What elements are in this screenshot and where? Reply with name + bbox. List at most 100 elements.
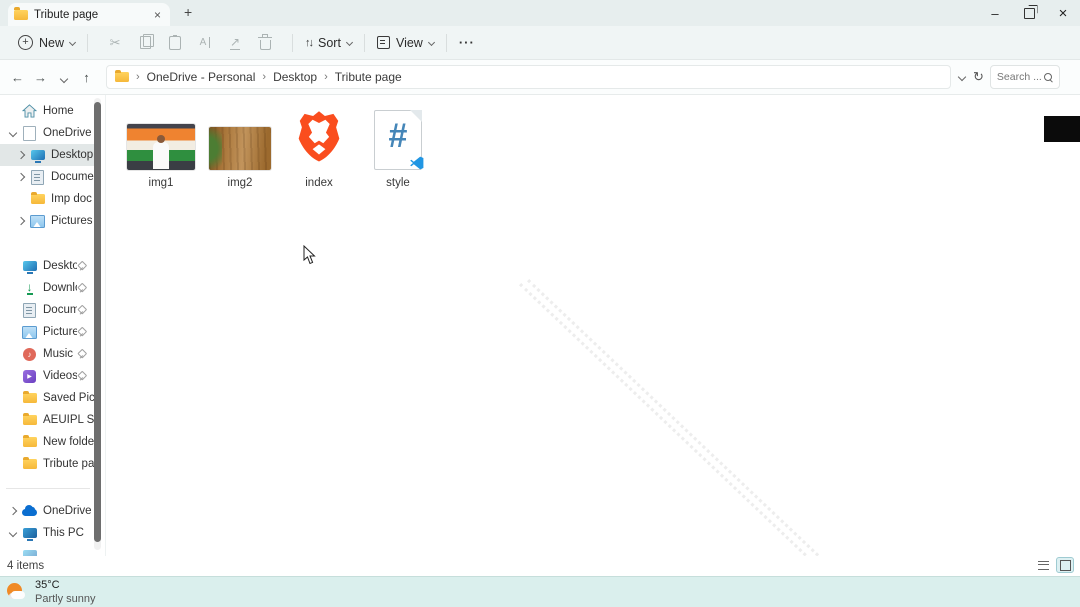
large-icons-icon [1059, 559, 1071, 571]
share-button[interactable]: ↗ [220, 36, 250, 50]
sort-label: Sort [318, 35, 341, 50]
chevron-expanded-icon[interactable] [8, 528, 18, 538]
explorer-window: Tribute page × + – × + New ✂ A ↗ ↑↓ Sort… [0, 0, 1080, 607]
large-icons-view-button[interactable] [1056, 557, 1074, 573]
sidebar-item-label: Pictures [43, 326, 77, 338]
chevron-collapsed-icon[interactable] [16, 172, 26, 182]
sort-button[interactable]: ↑↓ Sort [305, 35, 353, 50]
weather-temp: 35°C [35, 579, 60, 591]
chevron-expanded-icon[interactable] [8, 128, 18, 138]
share-icon: ↗ [229, 34, 241, 50]
breadcrumb-separator: › [324, 71, 328, 83]
sidebar-item-this-pc[interactable]: This PC [0, 522, 96, 544]
breadcrumb-item-onedrive[interactable]: OneDrive - Personal [147, 70, 256, 84]
sidebar-item-pictures[interactable]: Pictures [0, 210, 96, 232]
cut-button[interactable]: ✂ [100, 35, 130, 51]
sidebar-pinned-downloads[interactable]: ↓ Downloads [0, 277, 96, 299]
command-bar: + New ✂ A ↗ ↑↓ Sort View ··· [0, 26, 1080, 60]
chevron-down-icon [59, 74, 68, 83]
paste-button[interactable] [160, 34, 190, 50]
pin-icon [77, 283, 87, 293]
chevron-collapsed-icon[interactable] [16, 216, 26, 226]
chevron-collapsed-icon[interactable] [16, 150, 26, 160]
img1-thumbnail [127, 124, 195, 170]
breadcrumb-item-desktop[interactable]: Desktop [273, 70, 317, 84]
taskbar: 35°C Partly sunny Search [0, 576, 1080, 607]
sidebar-item-label: OneDrive - Perso [43, 127, 96, 139]
navigation-pane: Home OneDrive - Perso Desktop Documents [0, 95, 105, 556]
sidebar-pinned-videos[interactable]: ▶ Videos [0, 365, 96, 387]
window-body: Home OneDrive - Perso Desktop Documents [0, 95, 1080, 607]
redaction-box [1044, 116, 1080, 142]
back-button[interactable]: ← [6, 70, 29, 85]
onedrive-cloud-icon [22, 505, 37, 516]
sidebar-item-label: Desktop [43, 260, 77, 272]
new-tab-button[interactable]: + [184, 4, 192, 20]
sidebar-item-label: Tribute page [43, 458, 96, 470]
chevron-down-icon [427, 38, 435, 47]
tab-tribute-page[interactable]: Tribute page × [8, 3, 170, 26]
folder-icon [22, 456, 37, 469]
hash-glyph: # [388, 117, 408, 155]
details-view-button[interactable] [1034, 557, 1052, 573]
tab-close-icon[interactable]: × [151, 8, 164, 22]
sidebar-folder-saved-pictures[interactable]: Saved Pictures [0, 387, 96, 409]
sidebar-item-documents[interactable]: Documents [0, 166, 96, 188]
pin-icon [77, 327, 87, 337]
sidebar-scrollbar-thumb[interactable] [94, 102, 101, 542]
view-button[interactable]: View [376, 36, 435, 50]
up-button[interactable]: ↑ [75, 70, 98, 85]
weather-widget[interactable]: 35°C Partly sunny [6, 579, 96, 607]
divider [363, 33, 365, 52]
breadcrumb-separator: › [136, 71, 140, 83]
brave-icon [298, 111, 340, 162]
sidebar-item-home[interactable]: Home [0, 100, 96, 122]
weather-condition: Partly sunny [35, 592, 96, 605]
sidebar-pinned-documents[interactable]: Documents [0, 299, 96, 321]
refresh-button[interactable]: ↻ [973, 69, 984, 85]
sidebar-item-label: AEUIPL STR BILL [43, 414, 96, 426]
sidebar-item-label: Pictures [51, 215, 93, 227]
sidebar-item-label: Documents [51, 171, 96, 183]
forward-button[interactable]: → [29, 70, 52, 85]
sidebar-folder-aeuipl-str-bill[interactable]: AEUIPL STR BILL [0, 409, 96, 431]
sidebar-pinned-pictures[interactable]: Pictures [0, 321, 96, 343]
restore-button[interactable] [1012, 0, 1046, 26]
vscode-icon [410, 156, 424, 170]
file-list-area[interactable]: img1 img2 index # style [105, 95, 1080, 607]
search-input[interactable]: Search ... [989, 65, 1060, 89]
sidebar-folder-new-folder[interactable]: New folder [0, 431, 96, 453]
sidebar-item-partial[interactable] [0, 544, 96, 556]
this-pc-icon [22, 528, 37, 541]
close-button[interactable]: × [1046, 0, 1080, 26]
css-file-icon: # [374, 110, 424, 170]
sidebar-pinned-music[interactable]: ♪ Music [0, 343, 96, 365]
sidebar-item-desktop[interactable]: Desktop [0, 144, 96, 166]
sidebar-item-onedrive[interactable]: OneDrive [0, 500, 96, 522]
file-index[interactable]: index [280, 104, 358, 189]
address-dropdown-icon[interactable] [957, 72, 967, 82]
sidebar-item-imp-doc[interactable]: Imp doc [0, 188, 96, 210]
file-style[interactable]: # style [359, 104, 437, 189]
new-button[interactable]: + New [18, 35, 77, 50]
sidebar-pinned-desktop[interactable]: Desktop [0, 255, 96, 277]
breadcrumb-item-tribute-page[interactable]: Tribute page [335, 70, 402, 84]
file-img2[interactable]: img2 [201, 104, 279, 189]
sidebar-folder-tribute-page[interactable]: Tribute page [0, 453, 96, 475]
sidebar-item-onedrive-personal[interactable]: OneDrive - Perso [0, 122, 96, 144]
file-name: style [386, 177, 410, 189]
rename-button[interactable]: A [190, 37, 220, 48]
paste-icon [169, 34, 182, 50]
minimize-button[interactable]: – [978, 0, 1012, 26]
recent-locations-button[interactable] [52, 70, 75, 85]
breadcrumb[interactable]: › OneDrive - Personal › Desktop › Tribut… [106, 65, 951, 89]
sidebar-item-label: Saved Pictures [43, 392, 96, 404]
chevron-collapsed-icon[interactable] [8, 506, 18, 516]
search-icon [1043, 72, 1053, 82]
sidebar-item-label: OneDrive [43, 505, 92, 517]
chevron-down-icon [345, 38, 353, 47]
more-options-button[interactable]: ··· [459, 35, 475, 50]
file-img1[interactable]: img1 [122, 104, 200, 189]
copy-button[interactable] [130, 33, 160, 49]
delete-button[interactable] [250, 34, 280, 50]
